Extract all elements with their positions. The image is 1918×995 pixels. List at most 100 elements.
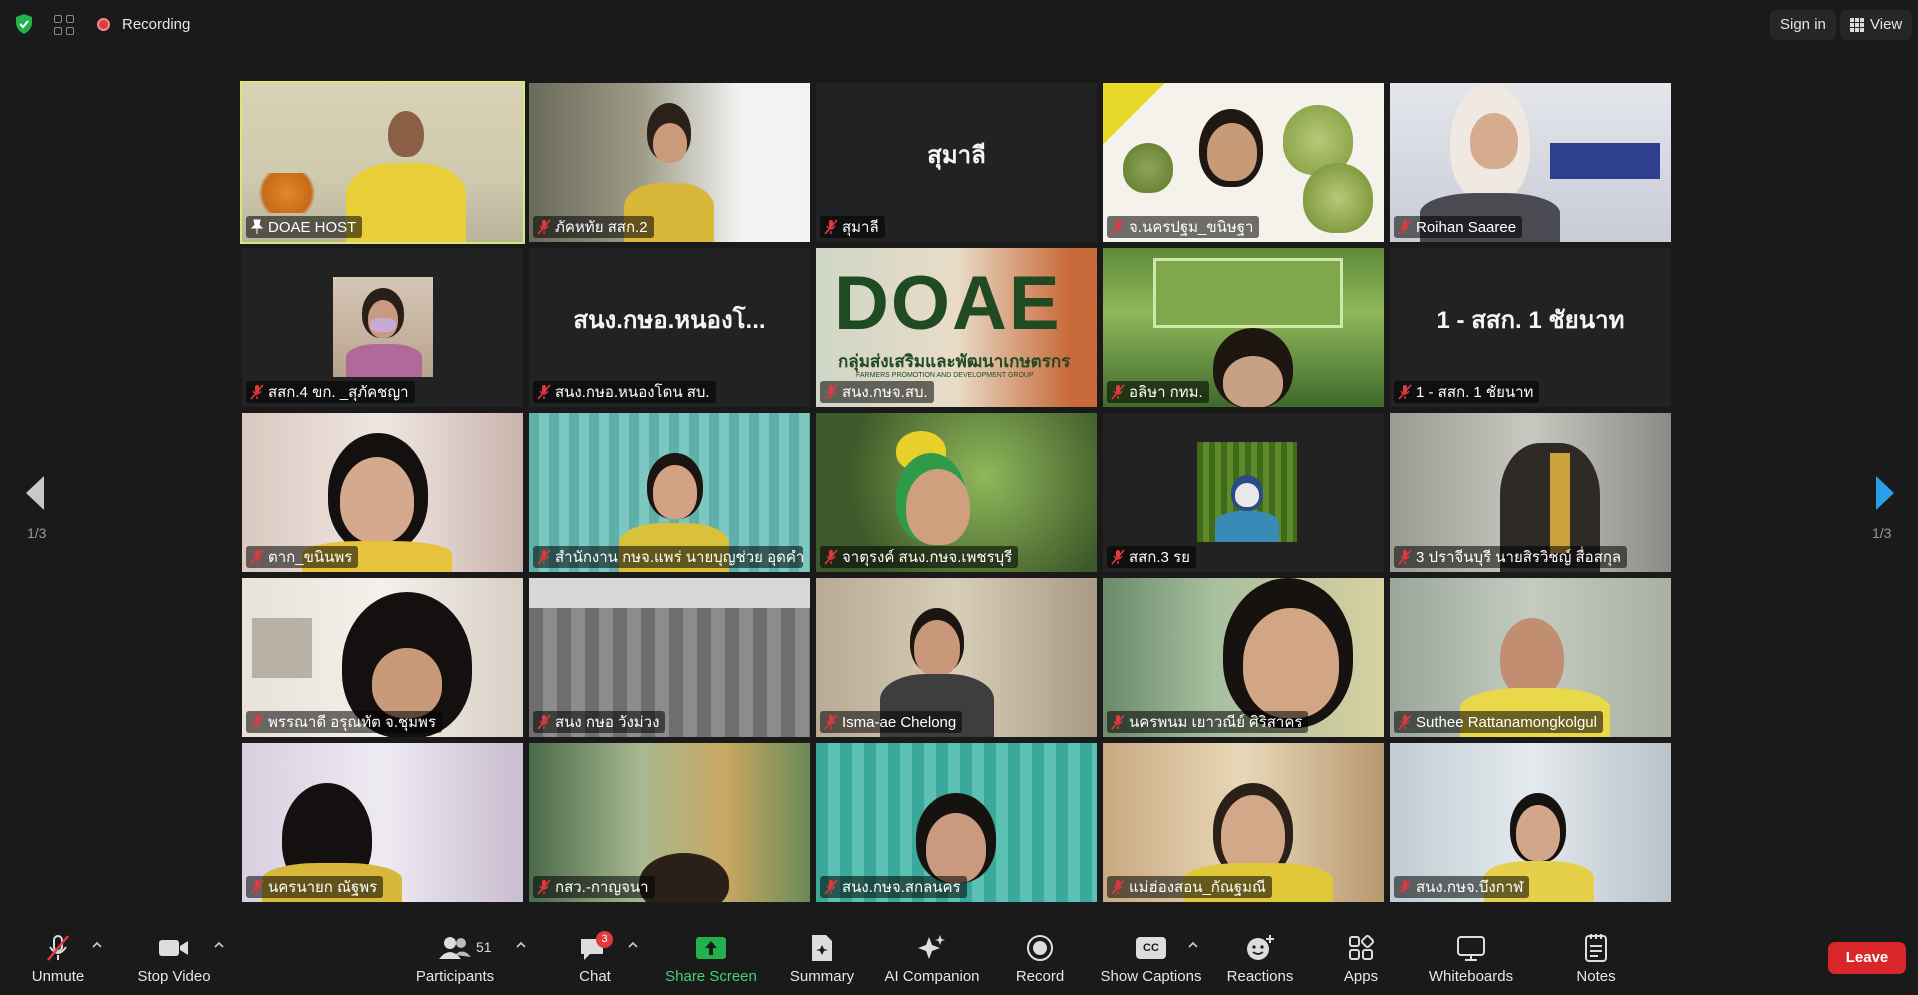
- video-tile-off[interactable]: 1 - สสก. 1 ชัยนาท 1 - สสก. 1 ชัยนาท: [1390, 248, 1671, 407]
- video-tile[interactable]: จาตุรงค์ สนง.กษจ.เพชรบุรี: [816, 413, 1097, 572]
- video-camera-icon: [159, 940, 188, 956]
- muted-mic-icon: [250, 714, 264, 730]
- apps-grid-icon[interactable]: [54, 15, 74, 35]
- next-page-arrow-icon[interactable]: [1872, 474, 1898, 512]
- whiteboard-icon: [1457, 936, 1485, 961]
- video-tile[interactable]: นครพนม เยาวณีย์ ศิริสาคร: [1103, 578, 1384, 737]
- video-tile[interactable]: สสก.4 ขก. _สุภัคชญา: [242, 248, 523, 407]
- security-shield-icon[interactable]: [14, 13, 34, 35]
- share-screen-button[interactable]: Share Screen: [662, 931, 760, 991]
- participant-name-label: สนง.กษจ.สกลนคร: [820, 876, 967, 898]
- participant-name-label: ตาก_ขนินพร: [246, 546, 359, 568]
- muted-mic-icon: [537, 879, 551, 895]
- stop-video-button[interactable]: Stop Video: [134, 931, 214, 991]
- muted-mic-icon: [537, 714, 551, 730]
- participant-name-label: พรรณาดี อรุณทัต จ.ชุมพร: [246, 711, 442, 733]
- muted-mic-icon: [824, 219, 838, 235]
- video-tile[interactable]: จ.นครปฐม_ขนิษฐา: [1103, 83, 1384, 242]
- participants-button[interactable]: 51 Participants: [412, 931, 498, 991]
- participant-name-label: ภัคหทัย สสก.2: [533, 216, 654, 238]
- participant-name-label: กสว.-กาญจนา: [533, 876, 655, 898]
- muted-mic-icon: [1398, 714, 1412, 730]
- share-screen-arrow-icon: [696, 937, 726, 959]
- chat-options-caret-icon[interactable]: [628, 941, 638, 949]
- muted-mic-icon: [1111, 714, 1125, 730]
- participant-name-label: Isma-ae Chelong: [820, 711, 963, 733]
- participant-name-label: นครนายก ณัฐพร: [246, 876, 384, 898]
- participant-name-label: สุมาลี: [820, 216, 885, 238]
- video-tile[interactable]: กสว.-กาญจนา: [529, 743, 810, 902]
- video-tile[interactable]: พรรณาดี อรุณทัต จ.ชุมพร: [242, 578, 523, 737]
- video-tile[interactable]: 3 ปราจีนบุรี นายสิรวิชญ์ สื่อสกุล: [1390, 413, 1671, 572]
- video-tile[interactable]: Suthee Rattanamongkolgul: [1390, 578, 1671, 737]
- grid-view-icon: [1850, 18, 1864, 32]
- previous-page-arrow-icon[interactable]: [22, 474, 48, 512]
- video-tile[interactable]: สำนักงาน กษจ.แพร่ นายบุญช่วย อุดคำมี: [529, 413, 810, 572]
- leave-meeting-button[interactable]: Leave: [1828, 942, 1906, 974]
- reactions-button[interactable]: Reactions: [1224, 931, 1296, 991]
- video-tile-off[interactable]: สนง.กษอ.หนองโ... สนง.กษอ.หนองโดน สบ.: [529, 248, 810, 407]
- participant-name-label: สนง กษอ วังม่วง: [533, 711, 666, 733]
- participant-name-label: แม่ฮ่องสอน_กัณฐมณี: [1107, 876, 1272, 898]
- pin-icon: [250, 219, 264, 234]
- participant-name-label: สนง.กษจ.สบ.: [820, 381, 934, 403]
- muted-mic-icon: [250, 549, 264, 565]
- video-tile[interactable]: สนง.กษจ.สกลนคร: [816, 743, 1097, 902]
- muted-mic-icon: [824, 549, 838, 565]
- captions-options-caret-icon[interactable]: [1188, 941, 1198, 949]
- muted-mic-icon: [250, 879, 264, 895]
- muted-microphone-icon: [47, 935, 69, 961]
- notes-icon: [1585, 934, 1607, 962]
- apps-button[interactable]: Apps: [1336, 931, 1386, 991]
- muted-mic-icon: [537, 549, 551, 565]
- chat-unread-badge: 3: [596, 931, 613, 948]
- record-button[interactable]: Record: [1010, 931, 1070, 991]
- audio-options-caret-icon[interactable]: [92, 941, 102, 949]
- apps-icon: [1349, 935, 1374, 960]
- view-button[interactable]: View: [1840, 10, 1913, 40]
- participant-name-label: Suthee Rattanamongkolgul: [1394, 711, 1603, 733]
- sign-in-button[interactable]: Sign in: [1770, 10, 1836, 40]
- doae-logo-text: DOAE: [834, 261, 1062, 346]
- video-tile[interactable]: DOAE HOST: [240, 81, 525, 244]
- video-tile-off[interactable]: สุมาลี สุมาลี: [816, 83, 1097, 242]
- muted-mic-icon: [537, 219, 551, 235]
- muted-mic-icon: [1111, 219, 1125, 235]
- record-icon: [1027, 935, 1053, 961]
- muted-mic-icon: [1111, 384, 1125, 400]
- top-bar: Recording Sign in View: [0, 0, 1918, 48]
- video-tile[interactable]: สนง.กษจ.บึงกาฬ: [1390, 743, 1671, 902]
- video-tile[interactable]: ตาก_ขนินพร: [242, 413, 523, 572]
- participants-options-caret-icon[interactable]: [516, 941, 526, 949]
- muted-mic-icon: [1398, 384, 1412, 400]
- video-tile[interactable]: DOAE กลุ่มส่งเสริมและพัฒนาเกษตรกร FARMER…: [816, 248, 1097, 407]
- video-tile[interactable]: อลิษา กทม.: [1103, 248, 1384, 407]
- chat-button[interactable]: 3 Chat: [570, 931, 620, 991]
- video-options-caret-icon[interactable]: [214, 941, 224, 949]
- unmute-button[interactable]: Unmute: [28, 931, 88, 991]
- muted-mic-icon: [1398, 549, 1412, 565]
- video-tile[interactable]: สนง กษอ วังม่วง: [529, 578, 810, 737]
- participant-name-label: DOAE HOST: [246, 216, 363, 238]
- ai-companion-button[interactable]: AI Companion: [880, 931, 984, 991]
- video-tile[interactable]: แม่ฮ่องสอน_กัณฐมณี: [1103, 743, 1384, 902]
- video-tile[interactable]: ภัคหทัย สสก.2: [529, 83, 810, 242]
- notes-button[interactable]: Notes: [1568, 931, 1624, 991]
- meeting-toolbar: Unmute Stop Video 51 Participants 3 Chat…: [0, 925, 1918, 995]
- video-tile[interactable]: นครนายก ณัฐพร: [242, 743, 523, 902]
- video-tile[interactable]: Roihan Saaree: [1390, 83, 1671, 242]
- participant-name-label: 1 - สสก. 1 ชัยนาท: [1394, 381, 1540, 403]
- whiteboards-button[interactable]: Whiteboards: [1426, 931, 1516, 991]
- video-gallery: DOAE HOST ภัคหทัย สสก.2 สุมาลี สุมาลี จ.…: [240, 81, 1671, 902]
- participant-name-label: 3 ปราจีนบุรี นายสิรวิชญ์ สื่อสกุล: [1394, 546, 1628, 568]
- show-captions-button[interactable]: CC Show Captions: [1098, 931, 1204, 991]
- video-tile[interactable]: สสก.3 รย: [1103, 413, 1384, 572]
- summary-button[interactable]: Summary: [782, 931, 862, 991]
- recording-label[interactable]: Recording: [122, 16, 190, 33]
- video-tile[interactable]: Isma-ae Chelong: [816, 578, 1097, 737]
- muted-mic-icon: [1398, 879, 1412, 895]
- participants-count: 51: [476, 939, 492, 955]
- participant-name-label: สสก.4 ขก. _สุภัคชญา: [246, 381, 415, 403]
- participant-name-label: จ.นครปฐม_ขนิษฐา: [1107, 216, 1260, 238]
- recording-icon[interactable]: [97, 18, 110, 31]
